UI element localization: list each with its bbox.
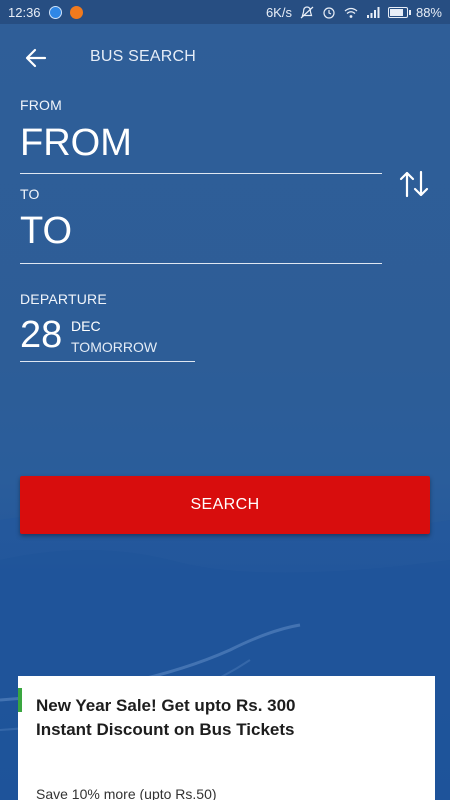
battery-icon — [387, 6, 411, 18]
offer-card[interactable]: New Year Sale! Get upto Rs. 300 Instant … — [18, 676, 435, 800]
to-label: TO — [20, 186, 40, 202]
silent-bell-icon — [300, 5, 314, 18]
departure-label: DEPARTURE — [20, 291, 107, 307]
arrow-left-icon[interactable] — [24, 46, 48, 70]
status-bar: 12:36 6K/s 88% — [0, 0, 450, 24]
status-time: 12:36 — [8, 4, 41, 20]
app-bar: BUS SEARCH — [0, 24, 450, 92]
battery-percent: 88% — [415, 4, 442, 20]
to-value: TO — [20, 210, 73, 252]
alarm-icon — [323, 6, 335, 19]
app-orange-icon — [69, 5, 83, 19]
from-label: FROM — [20, 97, 63, 113]
swap-vertical-icon[interactable] — [398, 170, 430, 198]
network-speed: 6K/s — [265, 4, 292, 20]
offer-accent-bar — [18, 688, 22, 712]
page-title: BUS SEARCH — [90, 48, 197, 65]
to-underline — [20, 263, 382, 264]
battery-level — [389, 8, 404, 16]
wifi-icon — [344, 7, 358, 18]
notification-blue-icon — [48, 5, 62, 19]
from-field[interactable]: FROM — [20, 118, 382, 176]
offer-subtitle: Save 10% more (upto Rs.50) — [36, 786, 217, 800]
from-value: FROM — [20, 122, 132, 164]
to-field[interactable]: TO — [20, 206, 382, 264]
search-button[interactable]: SEARCH — [20, 476, 430, 534]
departure-date-picker[interactable] — [20, 312, 195, 362]
signal-icon — [366, 6, 380, 18]
offer-title: New Year Sale! Get upto Rs. 300 Instant … — [36, 696, 296, 739]
from-underline — [20, 173, 382, 174]
